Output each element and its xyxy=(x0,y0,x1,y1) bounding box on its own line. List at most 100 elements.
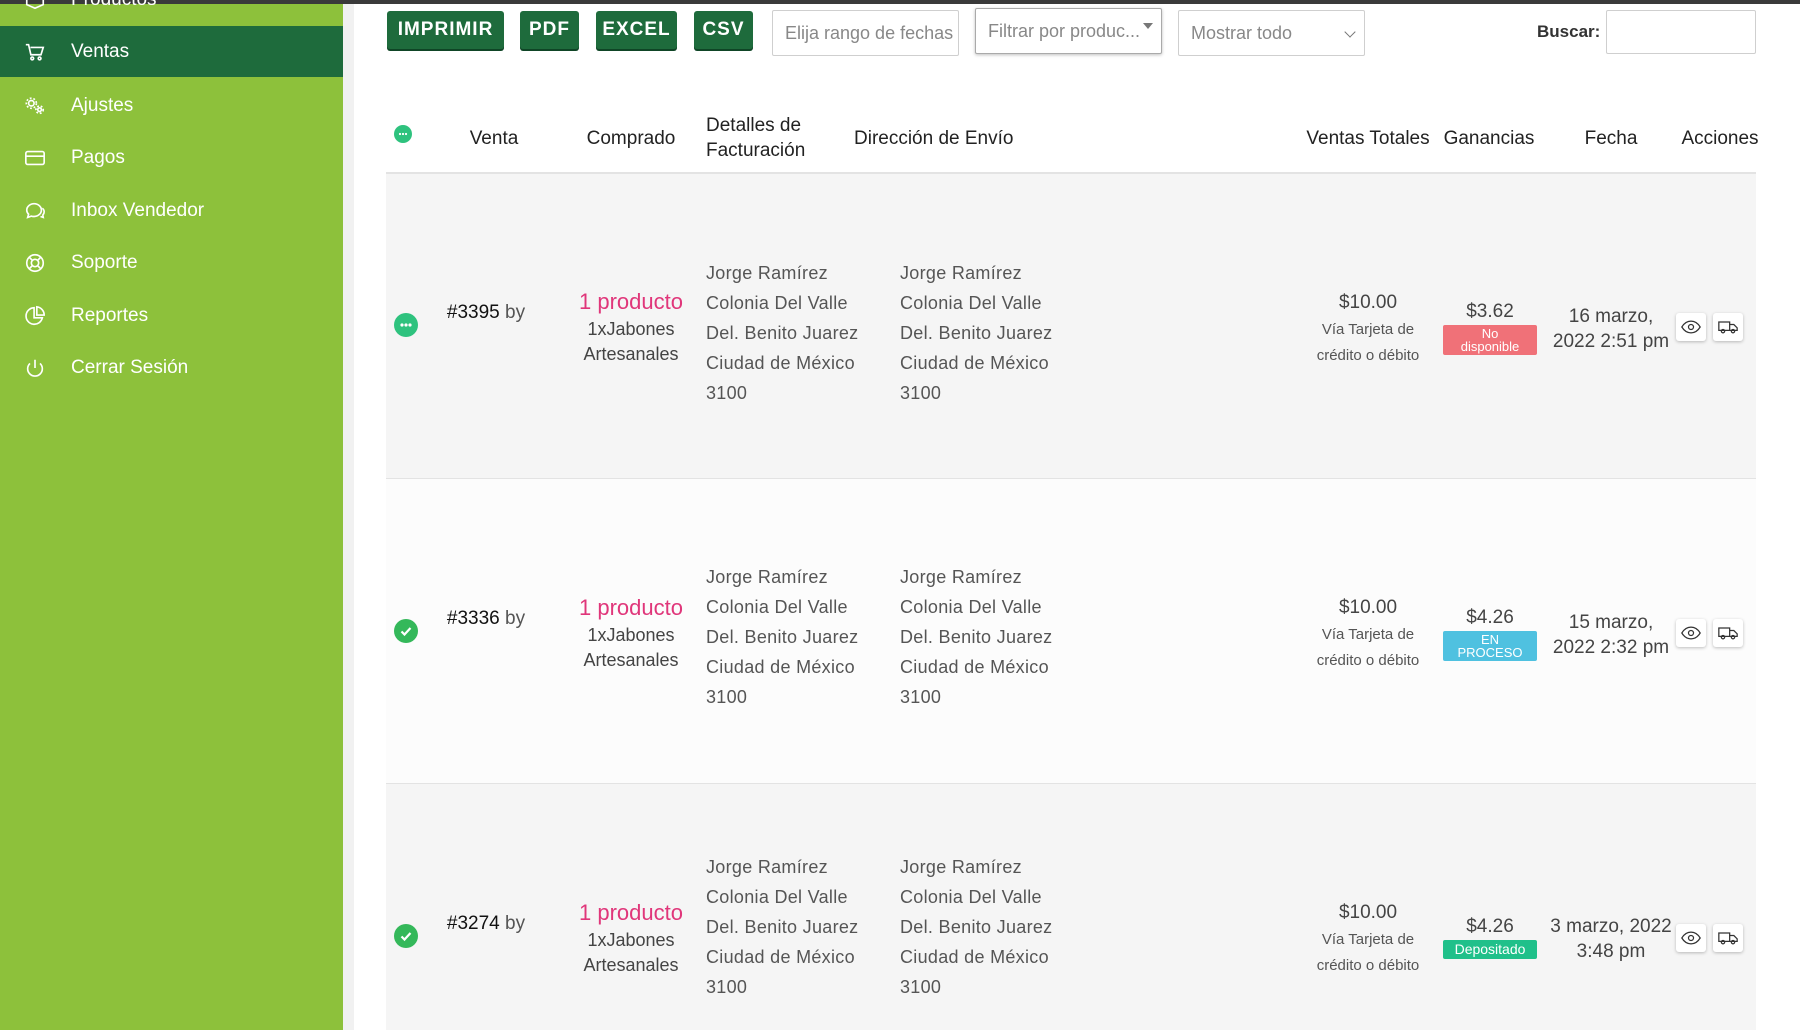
total-amount: $10.00 xyxy=(1338,902,1398,923)
total-amount: $10.00 xyxy=(1338,292,1398,313)
view-button[interactable] xyxy=(1676,313,1706,341)
sidebar-item-label: Productos xyxy=(71,0,157,11)
sidebar-item-soporte[interactable]: Soporte xyxy=(0,237,343,288)
payment-method-line1: Vía Tarjeta de xyxy=(1321,626,1415,643)
billing-colonia: Colonia Del Valle xyxy=(706,597,848,617)
excel-button[interactable]: EXCEL xyxy=(596,11,677,49)
header-profit: Ganancias xyxy=(1443,128,1535,149)
product-link[interactable]: 1 producto xyxy=(561,593,701,623)
header-comprado: Comprado xyxy=(586,128,676,149)
date-cell: 16 marzo, 2022 2:51 pm xyxy=(1546,304,1676,354)
sidebar-item-cerrar-sesion[interactable]: Cerrar Sesión xyxy=(0,342,343,393)
shipping-button[interactable] xyxy=(1713,924,1743,952)
billing-name: Jorge Ramírez xyxy=(706,263,828,283)
csv-button[interactable]: CSV xyxy=(694,11,753,49)
view-button[interactable] xyxy=(1676,924,1706,952)
sidebar-item-pagos[interactable]: Pagos xyxy=(0,132,343,183)
product-cell: 1 producto 1xJabones Artesanales xyxy=(561,898,701,978)
credit-card-icon xyxy=(22,145,48,171)
header-shipping: Dirección de Envío xyxy=(854,128,1014,149)
sidebar-item-label: Pagos xyxy=(71,146,125,168)
shipping-name: Jorge Ramírez xyxy=(900,857,1022,877)
product-cell: 1 producto 1xJabones Artesanales xyxy=(561,593,701,673)
billing-zip: 3100 xyxy=(706,977,748,997)
print-button[interactable]: IMPRIMIR xyxy=(387,11,504,49)
sidebar-item-reportes[interactable]: Reportes xyxy=(0,290,343,341)
product-filter-dropdown[interactable]: Filtrar por produc... xyxy=(975,8,1162,54)
product-link[interactable]: 1 producto xyxy=(561,898,701,928)
date-range-input[interactable]: Elija rango de fechas xyxy=(772,10,959,56)
profit-cell: $3.62 No disponible xyxy=(1441,299,1539,355)
shipping-zip: 3100 xyxy=(900,383,942,403)
shipping-delegacion: Del. Benito Juarez xyxy=(900,627,1053,647)
order-by: by xyxy=(505,608,526,629)
pie-chart-icon xyxy=(22,303,48,329)
cart-icon xyxy=(22,39,48,65)
billing-city: Ciudad de México xyxy=(706,947,855,967)
order-id[interactable]: #3336 by xyxy=(406,608,566,630)
billing-colonia: Colonia Del Valle xyxy=(706,887,848,907)
sidebar-item-productos[interactable]: Productos xyxy=(0,0,343,25)
date-cell: 3 marzo, 2022 3:48 pm xyxy=(1546,914,1676,964)
total-cell: $10.00 Vía Tarjeta de crédito o débito xyxy=(1298,289,1438,369)
power-icon xyxy=(22,355,48,381)
order-number: #3336 xyxy=(446,608,500,629)
order-id[interactable]: #3274 by xyxy=(406,913,566,935)
table-row: #3336 by 1 producto 1xJabones Artesanale… xyxy=(386,479,1756,784)
status-badge-line1: Depositado xyxy=(1454,941,1526,957)
pdf-button[interactable]: PDF xyxy=(520,11,579,49)
header-billing-line1: Detalles de xyxy=(706,115,802,136)
order-number: #3274 xyxy=(446,913,500,934)
billing-city: Ciudad de México xyxy=(706,657,855,677)
header-status-icon xyxy=(394,125,412,143)
search-input[interactable] xyxy=(1606,10,1756,54)
header-actions: Acciones xyxy=(1681,128,1759,149)
product-link[interactable]: 1 producto xyxy=(561,287,701,317)
header-total: Ventas Totales xyxy=(1306,128,1430,149)
status-badge: No disponible xyxy=(1443,325,1537,355)
product-desc-line1: 1xJabones xyxy=(587,319,675,339)
shipping-button[interactable] xyxy=(1713,619,1743,647)
sidebar-item-inbox-vendedor[interactable]: Inbox Vendedor xyxy=(0,185,343,236)
billing-address: Jorge Ramírez Colonia Del Valle Del. Ben… xyxy=(706,562,896,712)
date-range-placeholder: Elija rango de fechas xyxy=(785,22,954,43)
status-badge: EN PROCESO xyxy=(1443,631,1537,661)
date-cell: 15 marzo, 2022 2:32 pm xyxy=(1546,610,1676,660)
sidebar-item-label: Cerrar Sesión xyxy=(71,356,189,378)
date-line1: 16 marzo, xyxy=(1568,306,1654,327)
profit-amount: $4.26 xyxy=(1466,916,1514,937)
shipping-address: Jorge Ramírez Colonia Del Valle Del. Ben… xyxy=(900,562,1090,712)
product-filter-placeholder: Filtrar por produc... xyxy=(988,20,1141,41)
billing-delegacion: Del. Benito Juarez xyxy=(706,323,859,343)
sidebar-item-label: Inbox Vendedor xyxy=(71,199,205,221)
shipping-button[interactable] xyxy=(1713,313,1743,341)
show-all-select[interactable]: Mostrar todo xyxy=(1178,10,1365,56)
caret-down-icon xyxy=(1143,23,1153,29)
sidebar-item-ajustes[interactable]: Ajustes xyxy=(0,80,343,131)
profit-cell: $4.26 Depositado xyxy=(1441,914,1539,959)
sidebar-item-label: Ajustes xyxy=(71,94,134,116)
billing-delegacion: Del. Benito Juarez xyxy=(706,627,859,647)
shipping-zip: 3100 xyxy=(900,977,942,997)
view-button[interactable] xyxy=(1676,619,1706,647)
order-id[interactable]: #3395 by xyxy=(406,302,566,324)
order-by: by xyxy=(505,302,526,323)
table-row: #3274 by 1 producto 1xJabones Artesanale… xyxy=(386,784,1756,1030)
search-label: Buscar: xyxy=(1537,22,1601,41)
truck-icon xyxy=(1718,321,1738,334)
shipping-address: Jorge Ramírez Colonia Del Valle Del. Ben… xyxy=(900,258,1090,408)
payment-method-line1: Vía Tarjeta de xyxy=(1321,321,1415,338)
truck-icon xyxy=(1718,932,1738,945)
status-badge-line2: PROCESO xyxy=(1457,645,1523,660)
payment-method-line1: Vía Tarjeta de xyxy=(1321,931,1415,948)
billing-address: Jorge Ramírez Colonia Del Valle Del. Ben… xyxy=(706,258,896,408)
profit-amount: $3.62 xyxy=(1466,301,1514,322)
total-amount: $10.00 xyxy=(1338,597,1398,618)
shipping-zip: 3100 xyxy=(900,687,942,707)
product-desc-line1: 1xJabones xyxy=(587,625,675,645)
billing-name: Jorge Ramírez xyxy=(706,567,828,587)
sidebar-item-ventas[interactable]: Ventas xyxy=(0,26,343,77)
profit-cell: $4.26 EN PROCESO xyxy=(1441,605,1539,661)
eye-icon xyxy=(1681,320,1701,334)
payment-method-line2: crédito o débito xyxy=(1316,957,1420,974)
